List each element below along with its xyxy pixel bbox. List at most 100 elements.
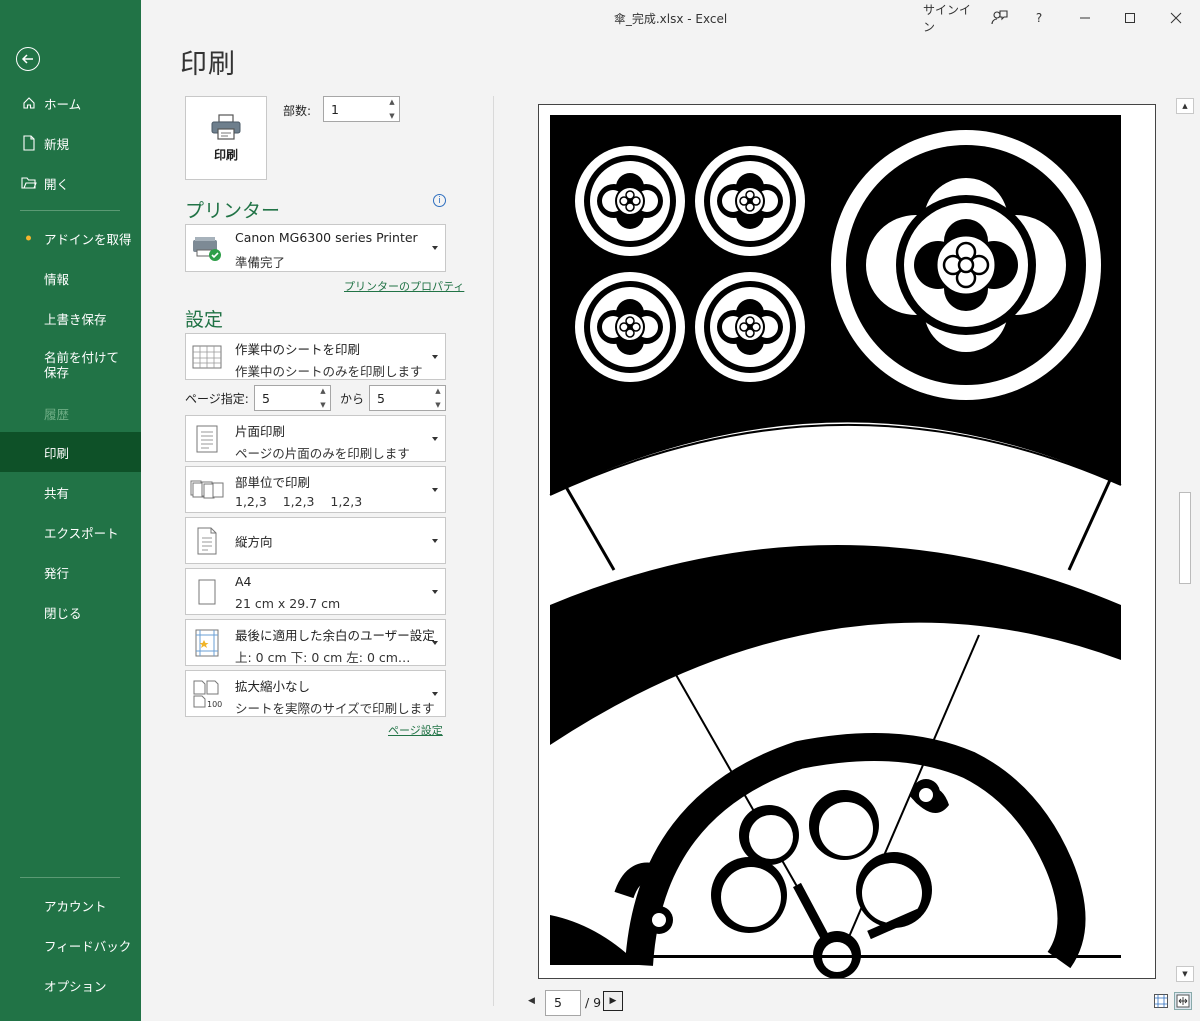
- scaling-desc: シートを実際のサイズで印刷します: [235, 701, 435, 716]
- sidebar-item-history: 履歴: [0, 393, 141, 433]
- umbrella-artwork-image: [549, 115, 1122, 979]
- sidebar-item-open[interactable]: 開く: [0, 163, 141, 203]
- paper-size-title: A4: [235, 574, 252, 589]
- spin-arrows-icon[interactable]: ▲ ▼: [318, 387, 328, 409]
- title-bar: 傘_完成.xlsx - Excel サインイン ?: [141, 0, 1200, 36]
- total-pages: / 9: [585, 995, 602, 1010]
- panel-divider: [493, 96, 494, 1006]
- chevron-down-icon: [432, 354, 438, 359]
- page-title: 印刷: [180, 49, 236, 80]
- orientation-title: 縦方向: [235, 534, 273, 549]
- pages-from-value: 5: [262, 390, 270, 406]
- sidebar-item-account[interactable]: アカウント: [0, 885, 141, 925]
- chevron-down-icon: [432, 487, 438, 492]
- one-sided-page-icon: [190, 423, 224, 455]
- sidebar-item-home[interactable]: ホーム: [0, 83, 141, 123]
- next-page-icon[interactable]: ▶: [603, 991, 623, 1011]
- paper-size-dropdown[interactable]: A4 21 cm x 29.7 cm: [185, 568, 446, 615]
- current-page-input[interactable]: 5: [545, 990, 581, 1016]
- sidebar-item-export[interactable]: エクスポート: [0, 512, 141, 552]
- print-button[interactable]: 印刷: [185, 96, 267, 180]
- collate-dropdown[interactable]: 部単位で印刷 1,2,3 1,2,3 1,2,3: [185, 466, 446, 513]
- sidebar-item-label: 共有: [44, 485, 70, 501]
- scrollbar-thumb[interactable]: [1179, 492, 1191, 584]
- sidebar-item-label: 名前を付けて保存: [44, 350, 120, 380]
- print-what-title: 作業中のシートを印刷: [235, 342, 361, 357]
- chevron-down-icon: [432, 589, 438, 594]
- sidebar-item-label: 情報: [44, 271, 70, 287]
- sidebar-item-save[interactable]: 上書き保存: [0, 298, 141, 338]
- sidebar-item-save-as[interactable]: 名前を付けて保存: [0, 342, 141, 388]
- printer-dropdown[interactable]: Canon MG6300 series Printer 準備完了: [185, 224, 446, 272]
- orientation-dropdown[interactable]: 縦方向: [185, 517, 446, 564]
- margins-desc: 上: 0 cm 下: 0 cm 左: 0 cm…: [235, 650, 411, 665]
- scaling-title: 拡大縮小なし: [235, 679, 311, 694]
- notification-dot-icon: [26, 235, 31, 241]
- page-setup-link[interactable]: ページ設定: [388, 722, 443, 738]
- spin-arrows-icon[interactable]: ▲ ▼: [433, 387, 443, 409]
- scroll-down-icon[interactable]: ▼: [1176, 966, 1194, 982]
- sidebar-item-close[interactable]: 閉じる: [0, 592, 141, 632]
- portrait-page-icon: [190, 525, 224, 557]
- sides-dropdown[interactable]: 片面印刷 ページの片面のみを印刷します: [185, 415, 446, 462]
- pages-from-input[interactable]: 5 ▲ ▼: [254, 385, 331, 411]
- sidebar-item-info[interactable]: 情報: [0, 258, 141, 298]
- info-icon[interactable]: i: [433, 194, 446, 207]
- pages-label: ページ指定:: [185, 392, 249, 406]
- sidebar-item-label: 上書き保存: [44, 311, 107, 327]
- pages-to-input[interactable]: 5 ▲ ▼: [369, 385, 446, 411]
- sidebar-item-publish[interactable]: 発行: [0, 552, 141, 592]
- back-button[interactable]: [16, 47, 40, 71]
- scaling-dropdown[interactable]: 100 拡大縮小なし シートを実際のサイズで印刷します: [185, 670, 446, 717]
- chevron-down-icon: [432, 436, 438, 441]
- sides-desc: ページの片面のみを印刷します: [235, 446, 410, 461]
- sidebar-item-label: 履歴: [44, 406, 70, 422]
- print-what-dropdown[interactable]: 作業中のシートを印刷 作業中のシートのみを印刷します: [185, 333, 446, 380]
- margins-dropdown[interactable]: 最後に適用した余白のユーザー設定 上: 0 cm 下: 0 cm 左: 0 cm…: [185, 619, 446, 666]
- sidebar-item-label: 印刷: [44, 445, 70, 461]
- print-preview-page: [538, 104, 1156, 979]
- sidebar-item-label: 発行: [44, 565, 70, 581]
- sidebar-item-label: 閉じる: [44, 605, 82, 621]
- sidebar-item-feedback[interactable]: フィードバック: [0, 925, 141, 965]
- margins-title: 最後に適用した余白のユーザー設定: [235, 628, 435, 643]
- home-icon: [21, 95, 37, 111]
- pages-to-label: から: [340, 392, 365, 406]
- printer-properties-link[interactable]: プリンターのプロパティ: [344, 278, 464, 294]
- previous-page-icon[interactable]: ◀: [528, 996, 535, 1006]
- spin-arrows-icon[interactable]: ▲ ▼: [387, 98, 397, 120]
- open-folder-icon: [21, 175, 37, 191]
- minimize-icon[interactable]: [1071, 6, 1099, 30]
- sides-title: 片面印刷: [235, 424, 286, 439]
- sidebar-item-share[interactable]: 共有: [0, 472, 141, 512]
- sidebar-item-options[interactable]: オプション: [0, 965, 141, 1005]
- copies-stepper[interactable]: 1 ▲ ▼: [323, 96, 400, 122]
- new-document-icon: [21, 135, 37, 151]
- sidebar-item-label: オプション: [44, 978, 107, 994]
- sidebar-item-new[interactable]: 新規: [0, 123, 141, 163]
- maximize-icon[interactable]: [1116, 6, 1144, 30]
- print-what-desc: 作業中のシートのみを印刷します: [235, 364, 423, 379]
- printer-name: Canon MG6300 series Printer: [235, 230, 418, 245]
- close-icon[interactable]: [1162, 6, 1190, 30]
- zoom-to-page-icon[interactable]: [1174, 992, 1192, 1010]
- pages-to-value: 5: [377, 390, 385, 406]
- chevron-down-icon: [432, 538, 438, 543]
- help-button[interactable]: ?: [1027, 6, 1051, 30]
- sidebar-item-get-addins[interactable]: アドインを取得: [0, 218, 141, 258]
- no-scaling-icon: 100: [190, 678, 224, 710]
- show-margins-icon[interactable]: [1152, 992, 1170, 1010]
- scroll-up-icon[interactable]: ▲: [1176, 98, 1194, 114]
- sheet-grid-icon: [190, 341, 224, 373]
- copies-value: 1: [331, 101, 339, 117]
- collate-title: 部単位で印刷: [235, 475, 311, 490]
- preview-scrollbar[interactable]: ▲ ▼: [1176, 96, 1194, 984]
- backstage-sidebar: ホーム 新規 開く アドインを取得 情報 上書き保存 名前を付けて保存 履歴 印…: [0, 0, 141, 1021]
- feedback-person-icon[interactable]: [987, 6, 1011, 30]
- printer-section-title: プリンター: [185, 200, 281, 222]
- sidebar-item-label: 開く: [44, 176, 70, 192]
- signin-button[interactable]: サインイン: [923, 3, 979, 34]
- chevron-down-icon: [432, 691, 438, 696]
- sidebar-item-print[interactable]: 印刷: [0, 432, 141, 472]
- sidebar-item-label: 新規: [44, 136, 70, 152]
